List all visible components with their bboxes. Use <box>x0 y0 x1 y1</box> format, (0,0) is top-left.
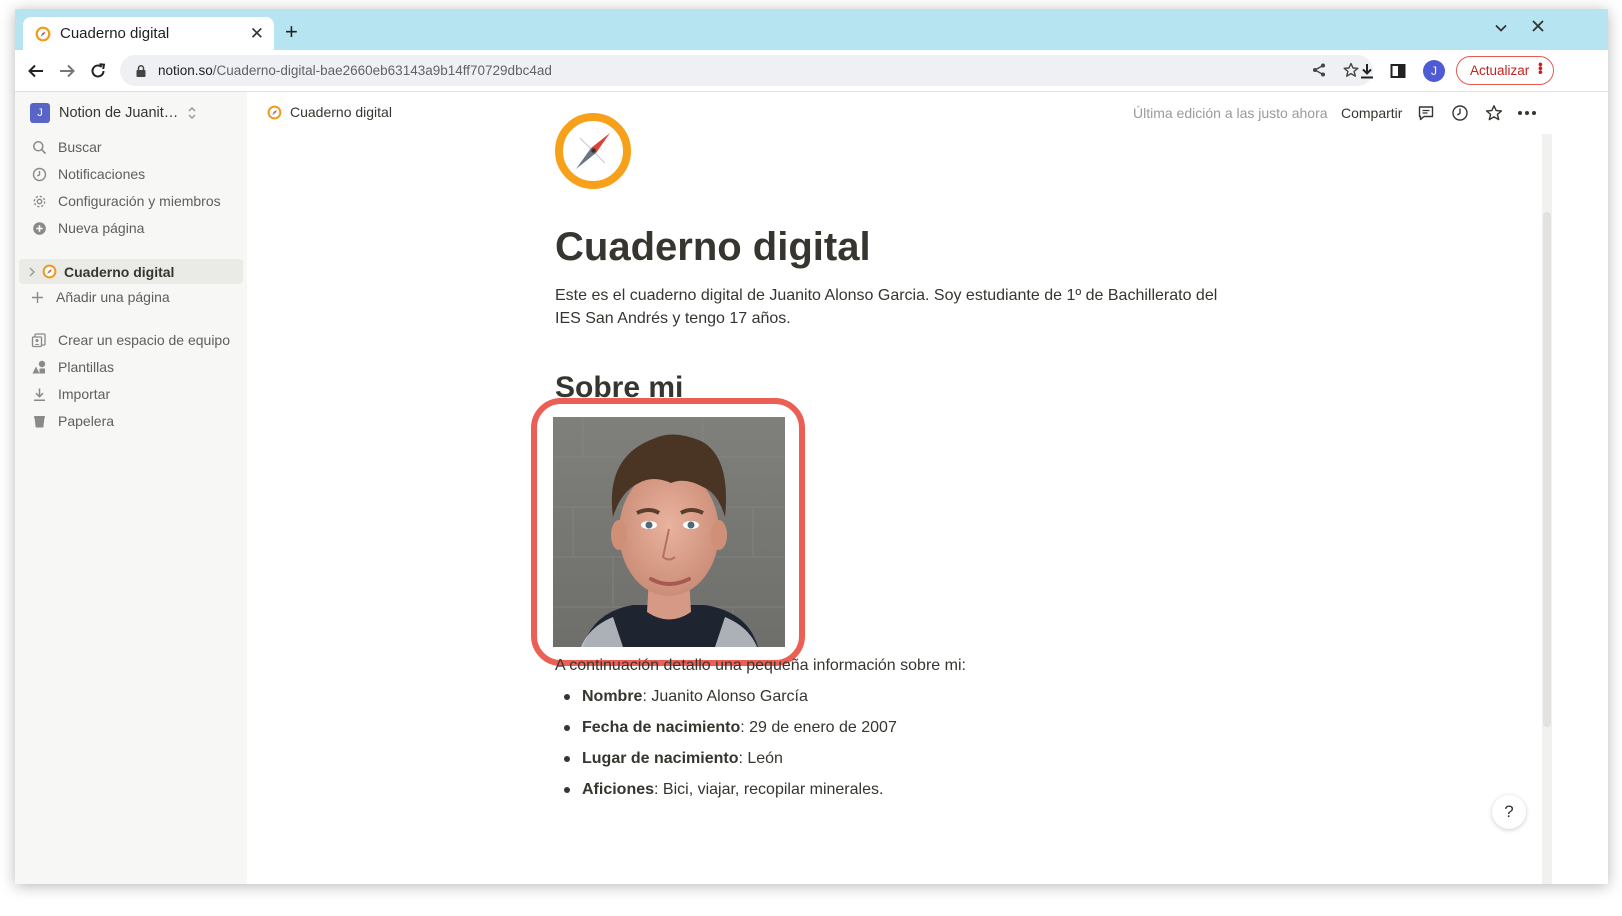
help-button[interactable]: ? <box>1492 795 1526 829</box>
share-button[interactable]: Compartir <box>1341 105 1402 121</box>
compass-icon <box>555 113 631 189</box>
sidebar-item-nueva-pagina[interactable]: Nueva página <box>31 220 144 236</box>
intro-paragraph[interactable]: Este es el cuaderno digital de Juanito A… <box>555 284 1245 330</box>
sidebar-item-papelera[interactable]: Papelera <box>31 413 114 429</box>
forward-icon[interactable] <box>55 59 79 83</box>
share-icon[interactable] <box>1311 62 1327 78</box>
list-item[interactable]: Lugar de nacimiento: León <box>555 748 897 779</box>
more-options-icon[interactable] <box>1517 103 1537 123</box>
window-close-icon[interactable] <box>1531 19 1545 37</box>
chevron-right-icon[interactable] <box>28 267 36 277</box>
url-host: notion.so <box>158 63 213 78</box>
info-intro-text[interactable]: A continuación detallo una pequeña infor… <box>555 657 966 675</box>
workspace-avatar: J <box>30 103 50 123</box>
browser-toolbar: notion.so/Cuaderno-digital-bae2660eb6314… <box>15 50 1608 92</box>
update-button[interactable]: Actualizar ••• <box>1456 56 1554 85</box>
fact-label: Fecha de nacimiento <box>582 719 741 736</box>
highlight-annotation <box>531 398 805 666</box>
sidebar-page-label: Cuaderno digital <box>64 263 175 280</box>
breadcrumb[interactable]: Cuaderno digital <box>267 104 392 120</box>
compass-icon <box>42 264 57 279</box>
sidebar-item-label: Notificaciones <box>58 166 146 182</box>
downloads-icon[interactable] <box>1355 59 1379 83</box>
sidebar-item-label: Nueva página <box>58 220 145 236</box>
sidebar-item-crear-espacio[interactable]: Crear un espacio de equipo <box>31 332 230 348</box>
fact-label: Aficiones <box>582 781 655 798</box>
fact-label: Nombre <box>582 688 643 705</box>
teamspace-icon <box>31 332 47 348</box>
page-topbar: Cuaderno digital Última edición a las ju… <box>247 92 1608 134</box>
compass-icon <box>35 26 51 41</box>
list-item[interactable]: Nombre: Juanito Alonso García <box>555 686 897 717</box>
history-clock-icon[interactable] <box>1450 103 1470 123</box>
fact-value: : Juanito Alonso García <box>642 688 808 705</box>
comment-icon[interactable] <box>1416 103 1436 123</box>
tab-strip: Cuaderno digital ✕ + <box>15 9 1608 50</box>
search-icon <box>31 139 47 155</box>
sidebar-item-label: Configuración y miembros <box>58 193 221 209</box>
list-item[interactable]: Fecha de nacimiento: 29 de enero de 2007 <box>555 717 897 748</box>
url-path: /Cuaderno-digital-bae2660eb63143a9b14ff7… <box>212 63 552 78</box>
omnibox-actions <box>1311 62 1359 78</box>
sidebar-item-configuracion[interactable]: Configuración y miembros <box>31 193 221 209</box>
clock-icon <box>31 166 47 182</box>
sidebar-item-label: Crear un espacio de equipo <box>58 332 231 348</box>
shapes-icon <box>31 359 47 375</box>
browser-window: Cuaderno digital ✕ + notion.so/Cuaderno-… <box>15 9 1608 884</box>
lock-icon <box>136 64 146 77</box>
sidebar-item-importar[interactable]: Importar <box>31 386 110 402</box>
download-icon <box>31 386 47 402</box>
scrollbar[interactable] <box>1542 134 1552 884</box>
add-page-label: Añadir una página <box>56 289 170 305</box>
chevron-updown-icon <box>188 106 196 120</box>
trash-icon <box>31 413 47 429</box>
update-label: Actualizar <box>1470 63 1530 78</box>
back-icon[interactable] <box>24 59 48 83</box>
list-item[interactable]: Aficiones: Bici, viajar, recopilar miner… <box>555 779 897 810</box>
page-icon-compass[interactable] <box>555 101 633 189</box>
breadcrumb-label: Cuaderno digital <box>290 104 392 120</box>
plus-circle-icon <box>31 220 47 236</box>
compass-icon <box>267 105 282 119</box>
menu-dots-icon[interactable]: ••• <box>1533 62 1549 74</box>
sidebar-item-label: Papelera <box>58 413 115 429</box>
sidebar-item-plantillas[interactable]: Plantillas <box>31 359 114 375</box>
workspace-switcher[interactable]: J Notion de Juanit… <box>30 103 197 123</box>
url-text: notion.so/Cuaderno-digital-bae2660eb6314… <box>158 63 552 78</box>
sidebar-page-cuaderno-digital[interactable]: Cuaderno digital <box>19 259 243 284</box>
sidebar-item-buscar[interactable]: Buscar <box>31 139 102 155</box>
address-bar[interactable]: notion.so/Cuaderno-digital-bae2660eb6314… <box>120 55 1373 86</box>
page-title[interactable]: Cuaderno digital <box>555 225 871 270</box>
last-edited-text: Última edición a las justo ahora <box>1133 105 1328 121</box>
tab-search-icon[interactable] <box>1494 21 1508 39</box>
fact-label: Lugar de nacimiento <box>582 750 739 767</box>
plus-icon <box>29 289 45 305</box>
sidebar-item-label: Plantillas <box>58 359 115 375</box>
gear-icon <box>31 193 47 209</box>
sidebar-item-label: Buscar <box>58 139 102 155</box>
sidebar: J Notion de Juanit… Buscar Notificacione… <box>15 92 247 884</box>
fact-value: : 29 de enero de 2007 <box>740 719 897 736</box>
add-page-button[interactable]: Añadir una página <box>29 289 170 305</box>
scrollbar-thumb[interactable] <box>1543 212 1551 727</box>
profile-avatar[interactable]: J <box>1423 60 1445 82</box>
sidebar-item-label: Importar <box>58 386 111 402</box>
new-tab-button[interactable]: + <box>285 19 298 45</box>
facts-list: Nombre: Juanito Alonso García Fecha de n… <box>555 686 897 810</box>
reload-icon[interactable] <box>86 59 110 83</box>
favorite-star-icon[interactable] <box>1484 103 1504 123</box>
tab-cuaderno-digital[interactable]: Cuaderno digital ✕ <box>23 17 274 50</box>
fact-value: : León <box>738 750 783 767</box>
sidebar-item-notificaciones[interactable]: Notificaciones <box>31 166 145 182</box>
close-tab-icon[interactable]: ✕ <box>250 24 264 44</box>
fact-value: : Bici, viajar, recopilar minerales. <box>654 781 884 798</box>
tab-title: Cuaderno digital <box>60 25 170 42</box>
workspace-name: Notion de Juanit… <box>59 105 179 121</box>
side-panel-icon[interactable] <box>1386 59 1410 83</box>
